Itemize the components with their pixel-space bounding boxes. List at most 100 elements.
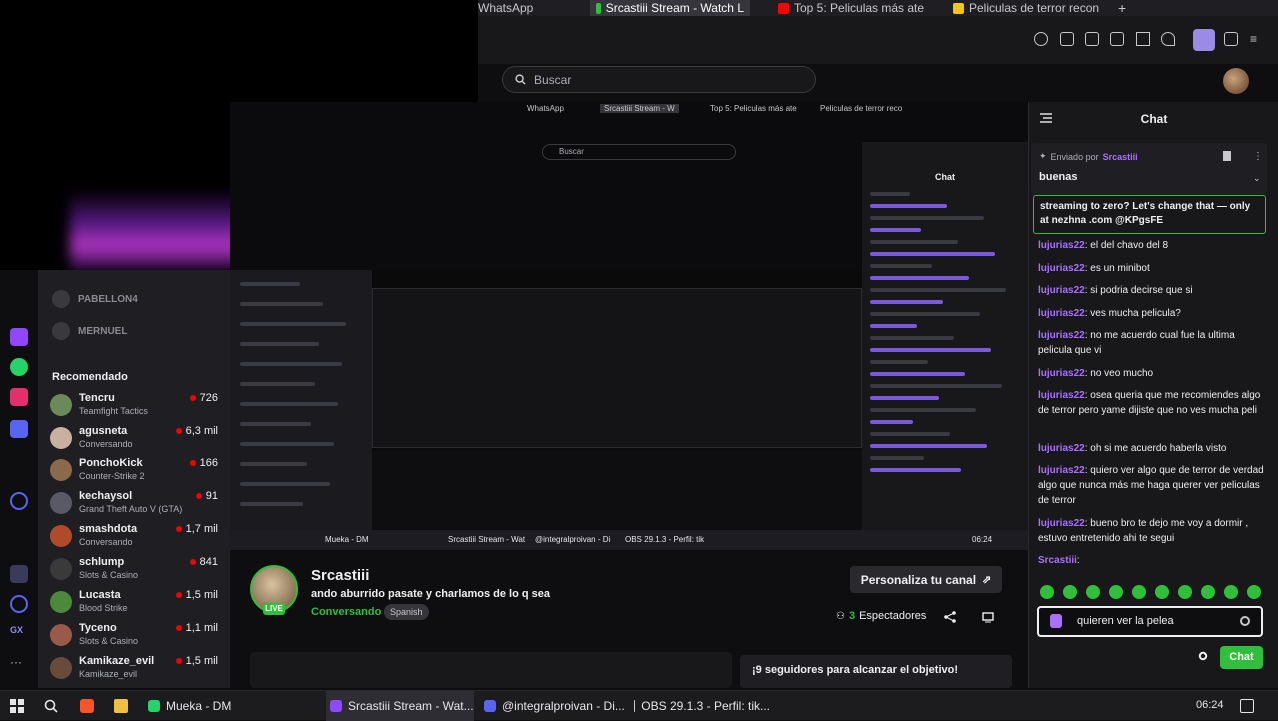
customize-channel-button[interactable]: Personaliza tu canal ⇗ <box>850 566 1002 593</box>
more-options-icon[interactable]: ⋮ <box>1253 151 1263 162</box>
bits-icon[interactable] <box>1050 614 1062 628</box>
emote-icon[interactable] <box>1155 585 1169 599</box>
menu-icon[interactable]: ≡ <box>1250 32 1264 46</box>
sidebar-channel[interactable]: Lucasta Blood Strike 1,5 mil <box>50 589 226 621</box>
chat-username[interactable]: lujurias22 <box>1038 390 1085 401</box>
brave-icon[interactable] <box>80 699 94 713</box>
sidebar-channel[interactable]: kechaysol Grand Theft Auto V (GTA) 91 <box>50 490 226 522</box>
chat-username[interactable]: lujurias22 <box>1038 308 1085 319</box>
stream-category[interactable]: Conversando <box>311 606 381 618</box>
tab-top5-peliculas[interactable]: Top 5: Peliculas más ate <box>778 0 928 16</box>
chat-input[interactable]: quieren ver la pelea <box>1037 606 1263 637</box>
search-input[interactable]: Buscar <box>502 66 816 93</box>
emote-icon[interactable] <box>1109 585 1123 599</box>
clock-icon[interactable] <box>10 595 28 613</box>
report-icon[interactable] <box>982 611 994 623</box>
taskbar-app[interactable]: Srcastiii Stream - Wat... <box>326 691 474 721</box>
search-icon[interactable] <box>44 699 58 713</box>
unpin-icon[interactable] <box>1223 151 1231 161</box>
sidebar-channel[interactable]: schlump Slots & Casino 841 <box>50 556 226 588</box>
nested-time: 06:24 <box>972 535 993 544</box>
chat-username[interactable]: lujurias22 <box>1038 285 1085 296</box>
taskbar-app[interactable]: OBS 29.1.3 - Perfil: tik... <box>630 691 770 721</box>
emote-icon[interactable] <box>1247 585 1261 599</box>
emote-bar[interactable] <box>1040 585 1270 599</box>
twitch-icon[interactable] <box>10 328 28 346</box>
avatar <box>50 657 72 679</box>
more-icon[interactable]: ··· <box>10 655 28 673</box>
tab-whatsapp[interactable]: WhatsApp <box>478 0 558 16</box>
sidebar-channel[interactable]: Tyceno Slots & Casino 1,1 mil <box>50 622 226 654</box>
discord-icon[interactable] <box>10 420 28 438</box>
emote-icon[interactable] <box>1040 585 1054 599</box>
play-circle-icon[interactable] <box>10 492 28 510</box>
avatar <box>52 290 70 308</box>
emote-icon[interactable] <box>1178 585 1192 599</box>
sidebar-channel[interactable]: Kamikaze_evil Kamikaze_evil 1,5 mil <box>50 655 226 687</box>
zoom-out-icon[interactable] <box>1034 32 1048 46</box>
search-icon <box>515 74 526 85</box>
whatsapp-icon[interactable] <box>10 358 28 376</box>
chat-username[interactable]: lujurias22 <box>1038 263 1085 274</box>
sidebar-channel[interactable]: smashdota Conversando 1,7 mil <box>50 523 226 555</box>
chat-send-button[interactable]: Chat <box>1220 646 1263 669</box>
chat-username[interactable]: lujurias22 <box>1038 330 1085 341</box>
download-icon[interactable] <box>1224 32 1238 46</box>
extension-icon[interactable] <box>1193 29 1215 51</box>
sidebar-channel[interactable]: agusneta Conversando 6,3 mil <box>50 425 226 457</box>
sidebar-channel[interactable]: PonchoKick Counter-Strike 2 166 <box>50 457 226 489</box>
pinned-by: ✦ Enviado por Srcastiii <box>1039 151 1138 162</box>
emote-icon[interactable] <box>1086 585 1100 599</box>
share-icon[interactable] <box>944 611 956 623</box>
chat-username[interactable]: lujurias22 <box>1038 240 1085 251</box>
play-icon[interactable] <box>1136 32 1150 46</box>
taskbar-app[interactable]: @integralproivan - Di... <box>480 691 626 721</box>
screenshot-icon[interactable] <box>1085 32 1099 46</box>
emoji-icon[interactable] <box>1240 616 1250 626</box>
sidebar-item-pabellon4[interactable]: PABELLON4 <box>52 290 138 308</box>
windows-start-icon[interactable] <box>10 699 24 713</box>
gx-icon[interactable]: GX <box>10 625 28 643</box>
pinned-text: buenas <box>1039 171 1078 183</box>
chat-username[interactable]: lujurias22 <box>1038 368 1085 379</box>
chat-username[interactable]: lujurias22 <box>1038 465 1085 476</box>
chat-username[interactable]: lujurias22 <box>1038 518 1085 529</box>
taskbar-app[interactable]: Mueka - DM <box>144 691 314 721</box>
emote-icon[interactable] <box>1201 585 1215 599</box>
emote-icon[interactable] <box>1063 585 1077 599</box>
chat-message: lujurias22: oh si me acuerdo haberla vis… <box>1038 443 1227 454</box>
nested-chat-title: Chat <box>935 172 955 182</box>
shield-icon[interactable] <box>1110 32 1124 46</box>
emote-icon[interactable] <box>1132 585 1146 599</box>
notification-icon[interactable] <box>1240 699 1254 713</box>
gear-icon[interactable] <box>1198 651 1208 661</box>
sidebar-item-mernuel[interactable]: MERNUEL <box>52 322 127 340</box>
tab-srcastiii-stream[interactable]: Srcastiii Stream - Watch L <box>590 0 750 16</box>
collapse-icon[interactable] <box>1040 113 1052 123</box>
tab-peliculas-terror[interactable]: Peliculas de terror recon <box>953 0 1103 16</box>
pin-icon[interactable] <box>1060 32 1074 46</box>
list-icon[interactable] <box>10 565 28 583</box>
chat-username[interactable]: lujurias22 <box>1038 443 1085 454</box>
folder-icon[interactable] <box>114 699 128 713</box>
sidebar-channel[interactable]: Tencru Teamfight Tactics 726 <box>50 392 226 424</box>
live-dot-icon <box>189 460 196 466</box>
page-favicon-icon <box>953 2 964 14</box>
external-link-icon: ⇗ <box>982 574 992 586</box>
pinned-message[interactable]: ✦ Enviado por Srcastiii buenas ⋮ ⌄ <box>1031 143 1267 195</box>
live-dot-icon <box>189 395 196 401</box>
recommended-title: Recomendado <box>52 371 128 383</box>
new-tab-button[interactable]: + <box>1118 0 1132 16</box>
viewer-count: 166 <box>189 457 218 469</box>
app-icon <box>484 700 496 712</box>
nested-text-line <box>870 252 995 256</box>
nested-text-line <box>240 282 300 286</box>
chat-username[interactable]: Srcastiii <box>1038 555 1077 566</box>
user-avatar[interactable] <box>1223 68 1249 94</box>
emote-icon[interactable] <box>1224 585 1238 599</box>
language-tag[interactable]: Spanish <box>384 604 429 620</box>
heart-icon[interactable] <box>1161 32 1175 46</box>
channel-name[interactable]: Srcastiii <box>311 567 369 584</box>
chevron-down-icon[interactable]: ⌄ <box>1253 173 1261 184</box>
instagram-icon[interactable] <box>10 388 28 406</box>
